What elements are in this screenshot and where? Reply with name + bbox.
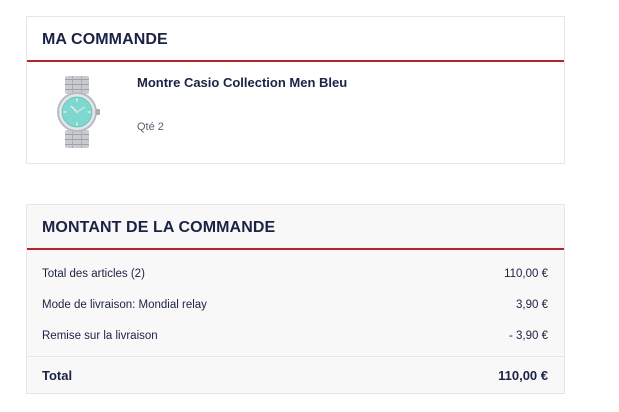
amount-row-value: 110,00 € bbox=[504, 267, 548, 280]
order-panel-header: MA COMMANDE bbox=[27, 17, 564, 62]
amount-total-value: 110,00 € bbox=[498, 367, 548, 383]
amount-panel-title: MONTANT DE LA COMMANDE bbox=[42, 218, 276, 236]
product-quantity: Qté 2 bbox=[137, 121, 164, 133]
order-product-item: Montre Casio Collection Men Bleu Qté 2 bbox=[27, 62, 564, 162]
amount-row-label: Mode de livraison: Mondial relay bbox=[42, 298, 207, 311]
amount-rows: Total des articles (2) 110,00 € Mode de … bbox=[27, 250, 564, 351]
amount-panel-header: MONTANT DE LA COMMANDE bbox=[27, 205, 564, 250]
amount-row-shipping-discount: Remise sur la livraison - 3,90 € bbox=[27, 320, 564, 351]
amount-total-row: Total 110,00 € bbox=[27, 356, 564, 393]
amount-row-value: 3,90 € bbox=[516, 298, 548, 311]
order-panel-title: MA COMMANDE bbox=[42, 30, 168, 48]
amount-row-label: Remise sur la livraison bbox=[42, 329, 158, 342]
amount-panel: MONTANT DE LA COMMANDE Total des article… bbox=[26, 204, 565, 394]
amount-total-label: Total bbox=[42, 367, 73, 383]
amount-row-value: - 3,90 € bbox=[509, 329, 548, 342]
amount-row-items-total: Total des articles (2) 110,00 € bbox=[27, 258, 564, 289]
order-panel: MA COMMANDE Montre Casio Collection Men … bbox=[26, 16, 565, 164]
amount-row-label: Total des articles (2) bbox=[42, 267, 145, 280]
product-name[interactable]: Montre Casio Collection Men Bleu bbox=[137, 75, 347, 90]
watch-image bbox=[57, 76, 100, 148]
amount-row-shipping: Mode de livraison: Mondial relay 3,90 € bbox=[27, 289, 564, 320]
